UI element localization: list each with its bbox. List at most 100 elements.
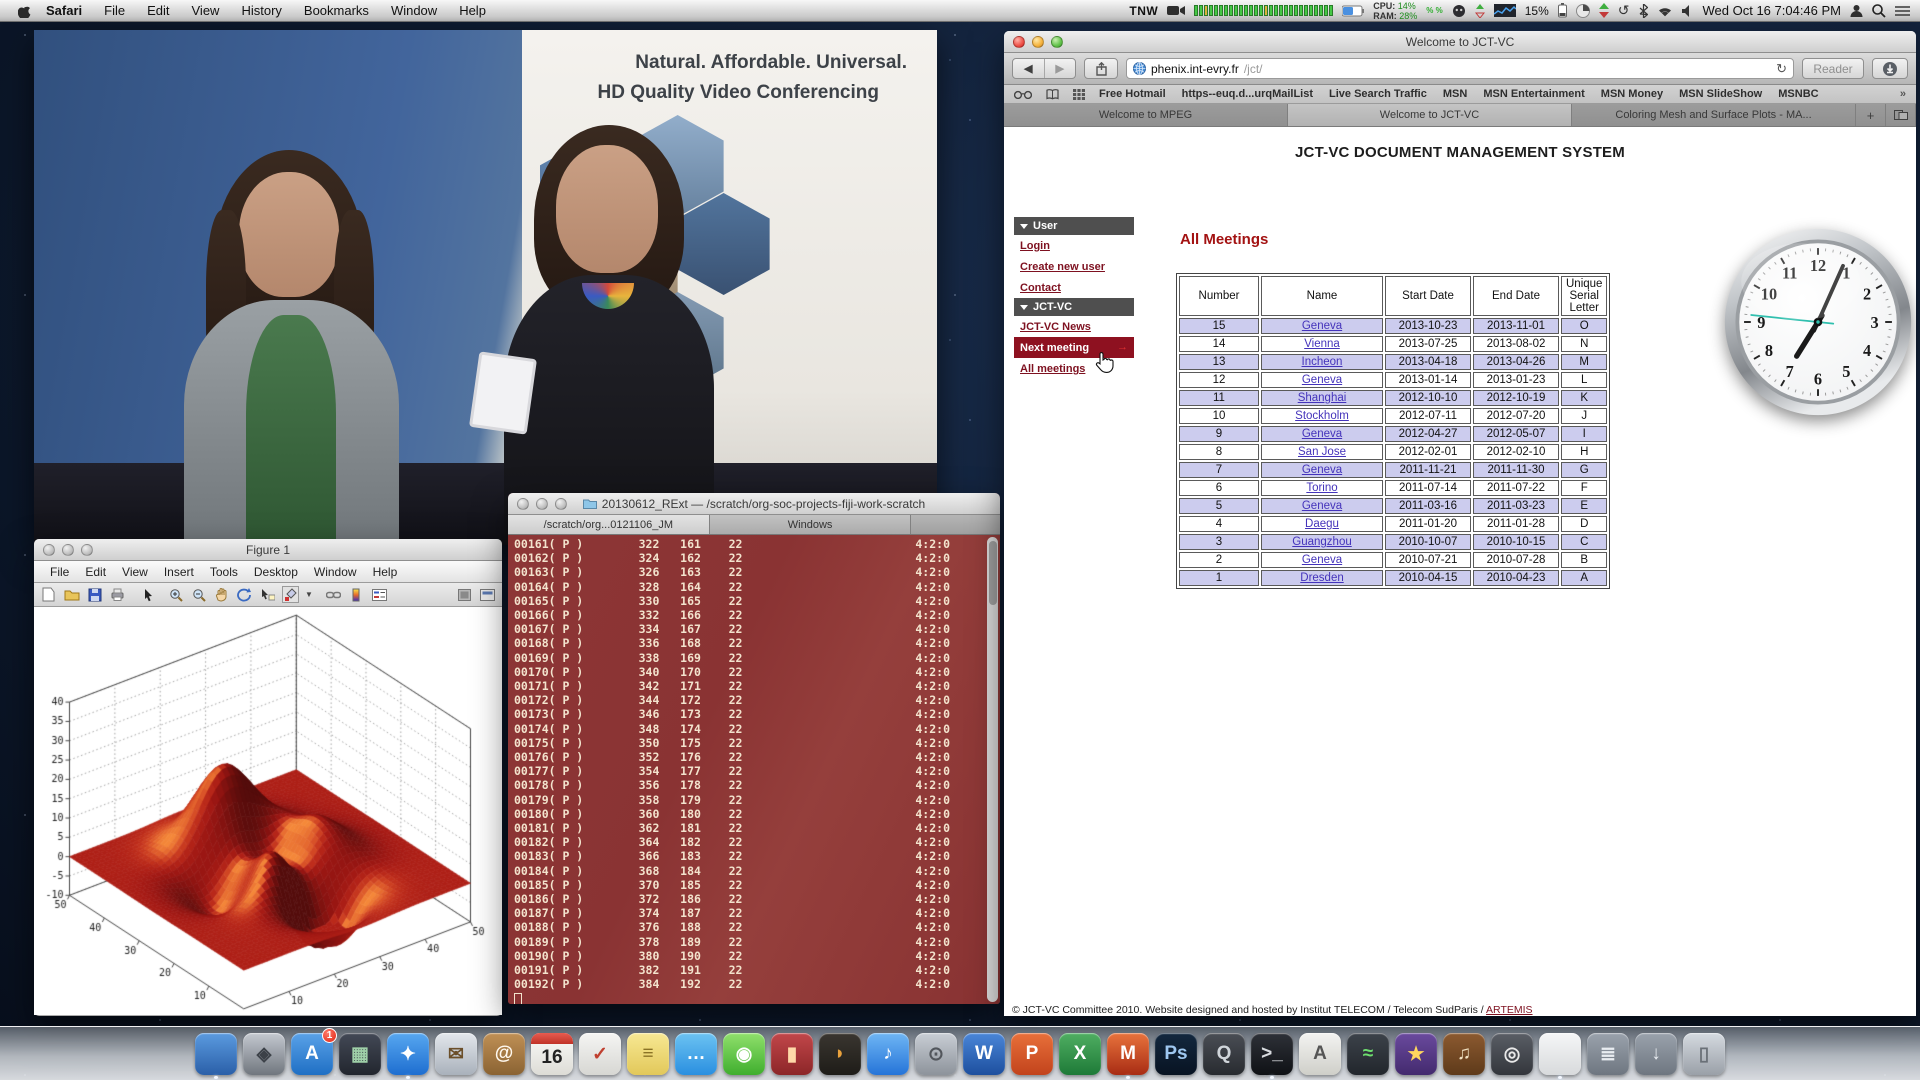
meeting-link[interactable]: Vienna (1304, 338, 1340, 350)
dock-item-quicktime[interactable]: Q (1203, 1033, 1245, 1075)
meeting-link[interactable]: Incheon (1302, 356, 1343, 368)
dock-item-system-preferences[interactable]: ⊙ (915, 1033, 957, 1075)
new-tab-button[interactable]: + (1856, 104, 1886, 126)
minimize-button[interactable] (62, 544, 74, 556)
bookmark-item[interactable]: https--euq.d...urqMailList (1182, 88, 1313, 100)
dock-item-itunes[interactable]: ♪ (867, 1033, 909, 1075)
dock-item-launchpad[interactable]: ◈ (243, 1033, 285, 1075)
time-machine-status-icon[interactable]: ↺ (1618, 2, 1630, 19)
close-button[interactable] (43, 544, 55, 556)
safari-titlebar[interactable]: Welcome to JCT-VC (1004, 31, 1916, 53)
dock-item-photos[interactable]: ▦ (339, 1033, 381, 1075)
dock-item-excel[interactable]: X (1059, 1033, 1101, 1075)
close-button[interactable] (1013, 36, 1025, 48)
zoom-in-tool-icon[interactable] (167, 586, 184, 603)
cpu-ram-status-item[interactable]: CPU: 14% RAM: 28% (1373, 1, 1417, 21)
meeting-link[interactable]: Geneva (1302, 464, 1342, 476)
minimize-button[interactable] (1032, 36, 1044, 48)
meeting-link[interactable]: Stockholm (1295, 410, 1349, 422)
dock-item-photo-booth[interactable]: ▮ (771, 1033, 813, 1075)
clock-status-item[interactable]: Wed Oct 16 7:04:46 PM (1703, 3, 1842, 18)
safari-tab[interactable]: Coloring Mesh and Surface Plots - MA... (1572, 104, 1856, 126)
pan-tool-icon[interactable] (213, 586, 230, 603)
forward-button[interactable]: ▶ (1044, 59, 1076, 78)
figure-menu-tools[interactable]: Tools (202, 565, 246, 579)
menu-file[interactable]: File (93, 0, 136, 21)
link-plots-icon[interactable] (325, 586, 342, 603)
brush-dropdown-caret[interactable]: ▼ (305, 590, 313, 599)
surface-plot[interactable] (34, 607, 502, 1015)
bluetooth-status-icon[interactable] (1639, 4, 1648, 18)
bookmark-item[interactable]: MSN Entertainment (1483, 88, 1584, 100)
undock-figure-icon[interactable] (479, 586, 496, 603)
bookmark-item[interactable]: Live Search Traffic (1329, 88, 1427, 100)
disk-pie-status-icon[interactable] (1576, 4, 1590, 18)
zoom-button[interactable] (81, 544, 93, 556)
battery-widget-status-icon[interactable] (1342, 5, 1364, 17)
cpu-meter-status-item[interactable] (1194, 5, 1333, 16)
wifi-status-icon[interactable] (1657, 5, 1673, 17)
sidebar-item-contact[interactable]: Contact (1014, 277, 1134, 298)
analog-clock-widget[interactable]: 121234567891011 (1722, 226, 1914, 418)
terminal-content[interactable]: 00161( P ) 322 161 224:2:000162( P ) 324… (508, 535, 1000, 1004)
terminal-scrollbar[interactable] (987, 537, 998, 1002)
dock-item-notes[interactable]: ≡ (627, 1033, 669, 1075)
dock-item-activity-monitor[interactable]: ≈ (1347, 1033, 1389, 1075)
dock-item-iphoto[interactable]: ◗ (819, 1033, 861, 1075)
meeting-link[interactable]: Guangzhou (1292, 536, 1351, 548)
rotate3d-tool-icon[interactable] (236, 586, 253, 603)
bookmark-item[interactable]: Free Hotmail (1099, 88, 1166, 100)
print-icon[interactable] (109, 586, 126, 603)
figure-menu-view[interactable]: View (114, 565, 156, 579)
close-button[interactable] (517, 498, 529, 510)
minimize-button[interactable] (536, 498, 548, 510)
dock-figure-icon[interactable] (456, 586, 473, 603)
figure-menu-edit[interactable]: Edit (77, 565, 114, 579)
meeting-link[interactable]: Geneva (1302, 374, 1342, 386)
colorbar-icon[interactable] (348, 586, 365, 603)
pointer-tool-icon[interactable] (140, 586, 157, 603)
reading-list-glasses-icon[interactable] (1014, 90, 1032, 99)
menu-help[interactable]: Help (448, 0, 497, 21)
percent-monitor-status-item[interactable]: % % (1426, 7, 1442, 15)
reader-button[interactable]: Reader (1802, 58, 1864, 79)
zoom-button[interactable] (1051, 36, 1063, 48)
meeting-link[interactable]: Geneva (1302, 428, 1342, 440)
figure-menu-desktop[interactable]: Desktop (246, 565, 306, 579)
terminal-titlebar[interactable]: 20130612_RExt — /scratch/org-soc-project… (508, 493, 1000, 515)
figure-titlebar[interactable]: Figure 1 (34, 539, 502, 561)
dock-item-terminal[interactable]: >_ (1251, 1033, 1293, 1075)
dock-item-mail[interactable]: ✉ (435, 1033, 477, 1075)
dock-item-calendar[interactable]: 16 (531, 1033, 573, 1075)
back-button[interactable]: ◀ (1013, 59, 1044, 78)
traffic-arrows-status-icon[interactable] (1599, 3, 1609, 18)
brush-tool-icon[interactable] (282, 586, 299, 603)
menu-history[interactable]: History (230, 0, 292, 21)
save-icon[interactable] (86, 586, 103, 603)
dock-item-imovie[interactable]: ★ (1395, 1033, 1437, 1075)
menu-view[interactable]: View (181, 0, 231, 21)
updown-arrows-status-icon[interactable] (1475, 4, 1485, 18)
dock-item-photoshop[interactable]: Ps (1155, 1033, 1197, 1075)
sidebar-item-next-meeting[interactable]: Next meeting→ (1014, 337, 1134, 358)
artemis-link[interactable]: ARTEMIS (1486, 1004, 1532, 1016)
zoom-button[interactable] (555, 498, 567, 510)
tnw-status-item[interactable]: TNW (1129, 4, 1158, 18)
spotlight-search-icon[interactable] (1872, 4, 1886, 18)
sidebar-item-jct-vc-news[interactable]: JCT-VC News (1014, 316, 1134, 337)
figure-menu-file[interactable]: File (42, 565, 77, 579)
reload-icon[interactable]: ↻ (1776, 61, 1787, 77)
data-cursor-tool-icon[interactable] (259, 586, 276, 603)
dock-item-reminders[interactable]: ✓ (579, 1033, 621, 1075)
downloads-button[interactable] (1872, 58, 1908, 79)
camera-status-icon[interactable] (1167, 5, 1185, 16)
dock-item-trash[interactable]: ▯ (1683, 1033, 1725, 1075)
terminal-tab[interactable]: Windows (710, 515, 912, 534)
bookmarks-book-icon[interactable] (1046, 89, 1059, 100)
zoom-out-tool-icon[interactable] (190, 586, 207, 603)
figure-menu-insert[interactable]: Insert (156, 565, 202, 579)
meeting-link[interactable]: Shanghai (1298, 392, 1347, 404)
bookmark-item[interactable]: MSNBC (1778, 88, 1818, 100)
dock-item-downloads-folder[interactable]: ↓ (1635, 1033, 1677, 1075)
menu-window[interactable]: Window (380, 0, 448, 21)
